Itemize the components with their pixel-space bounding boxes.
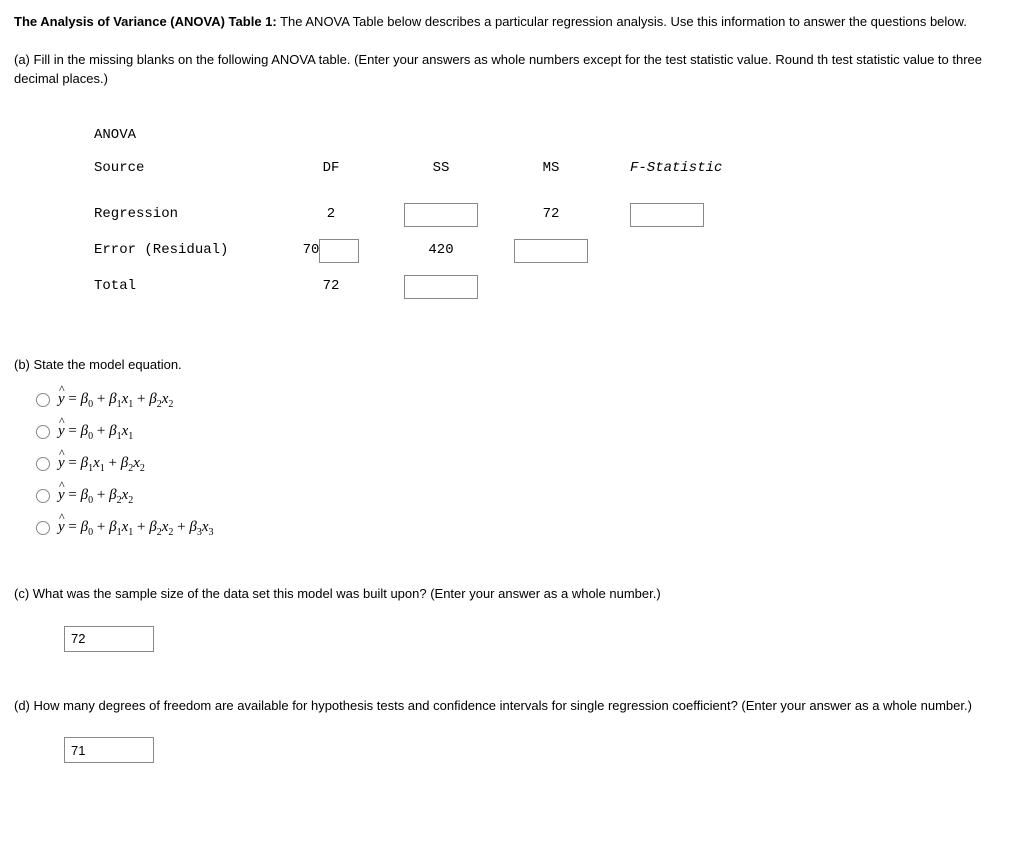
equation-option-5: y = β0 + β1x1 + β2x2 + β3x3	[58, 516, 214, 540]
anova-header-row: Source DF SS MS F-Statistic	[86, 152, 766, 185]
anova-heading-row: ANOVA	[86, 119, 766, 152]
radio-button[interactable]	[36, 489, 50, 503]
regression-label: Regression	[86, 197, 276, 233]
intro-title-bold: The Analysis of Variance (ANOVA) Table 1…	[14, 14, 277, 29]
regression-ss-input[interactable]	[404, 203, 478, 227]
regression-fstat-input[interactable]	[630, 203, 704, 227]
radio-button[interactable]	[36, 393, 50, 407]
radio-button[interactable]	[36, 457, 50, 471]
radio-option-5[interactable]: y = β0 + β1x1 + β2x2 + β3x3	[36, 516, 1010, 540]
header-fstat: F-Statistic	[606, 152, 766, 185]
radio-option-4[interactable]: y = β0 + β2x2	[36, 484, 1010, 508]
header-ms: MS	[496, 152, 606, 185]
total-df: 72	[276, 269, 386, 305]
error-ms-input[interactable]	[514, 239, 588, 263]
intro-paragraph: The Analysis of Variance (ANOVA) Table 1…	[14, 12, 1010, 32]
radio-option-2[interactable]: y = β0 + β1x1	[36, 420, 1010, 444]
equation-option-2: y = β0 + β1x1	[58, 420, 133, 444]
equation-option-1: y = β0 + β1x1 + β2x2	[58, 388, 173, 412]
radio-option-1[interactable]: y = β0 + β1x1 + β2x2	[36, 388, 1010, 412]
model-equation-options: y = β0 + β1x1 + β2x2 y = β0 + β1x1 y = β…	[36, 388, 1010, 540]
part-c-prompt: (c) What was the sample size of the data…	[14, 584, 1010, 604]
row-regression: Regression 2 72	[86, 197, 766, 233]
intro-title-rest: The ANOVA Table below describes a partic…	[277, 14, 967, 29]
anova-table: ANOVA Source DF SS MS F-Statistic Regres…	[86, 119, 766, 305]
error-df-prefix: 70	[303, 240, 320, 261]
regression-df: 2	[276, 197, 386, 233]
radio-button[interactable]	[36, 521, 50, 535]
part-d-prompt: (d) How many degrees of freedom are avai…	[14, 696, 1010, 716]
row-error: Error (Residual) 70 420	[86, 233, 766, 269]
regression-ms: 72	[496, 197, 606, 233]
radio-option-3[interactable]: y = β1x1 + β2x2	[36, 452, 1010, 476]
radio-button[interactable]	[36, 425, 50, 439]
error-df-input[interactable]	[319, 239, 359, 263]
header-source: Source	[86, 152, 276, 185]
error-label: Error (Residual)	[86, 233, 276, 269]
header-df: DF	[276, 152, 386, 185]
total-label: Total	[86, 269, 276, 305]
anova-heading: ANOVA	[86, 119, 276, 152]
row-total: Total 72	[86, 269, 766, 305]
anova-table-block: ANOVA Source DF SS MS F-Statistic Regres…	[86, 119, 1010, 305]
equation-option-3: y = β1x1 + β2x2	[58, 452, 145, 476]
error-ss: 420	[386, 233, 496, 269]
part-d-answer-input[interactable]	[64, 737, 154, 763]
total-ss-input[interactable]	[404, 275, 478, 299]
part-b-prompt: (b) State the model equation.	[14, 355, 1010, 375]
part-c-answer-input[interactable]	[64, 626, 154, 652]
header-ss: SS	[386, 152, 496, 185]
part-a-prompt: (a) Fill in the missing blanks on the fo…	[14, 50, 1010, 89]
equation-option-4: y = β0 + β2x2	[58, 484, 133, 508]
